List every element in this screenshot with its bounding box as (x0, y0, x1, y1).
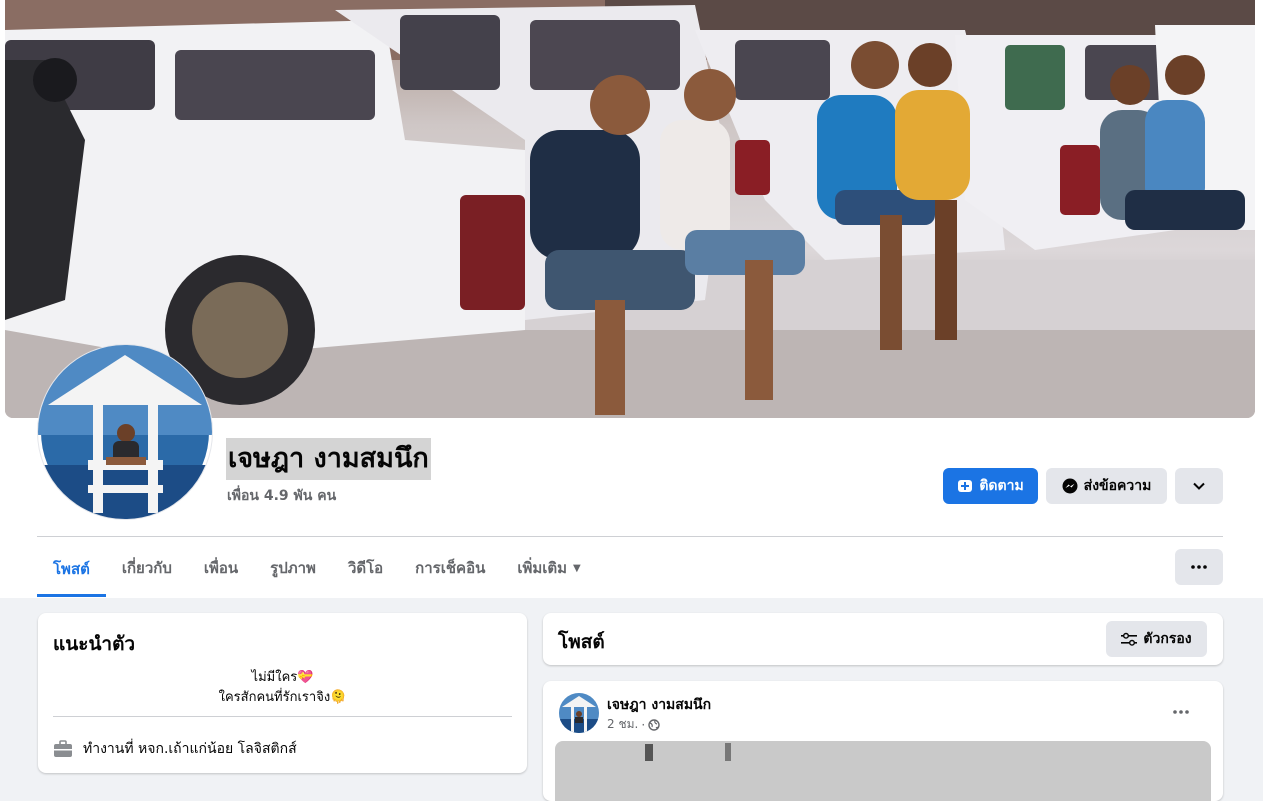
work-info: ทำงานที่ หจก.เถ้าแก่น้อย โลจิสติกส์ (53, 738, 297, 760)
post-image-preview (645, 743, 731, 761)
tab-posts[interactable]: โพสต์ (37, 540, 106, 597)
cover-photo[interactable] (5, 0, 1255, 418)
tab-checkins[interactable]: การเช็คอิน (399, 540, 501, 596)
posts-title: โพสต์ (558, 631, 605, 653)
filter-label: ตัวกรอง (1143, 631, 1192, 647)
tab-label: การเช็คอิน (415, 559, 486, 577)
profile-name-wrap: เจษฎา งามสมนึก (226, 438, 431, 480)
follow-icon (957, 478, 973, 494)
profile-tabs: โพสต์ เกี่ยวกับ เพื่อน รูปภาพ วิดีโอ การ… (37, 540, 597, 598)
filter-icon (1121, 632, 1138, 646)
tab-label: เพื่อน (203, 559, 239, 577)
chevron-down-icon (1192, 479, 1206, 493)
post-author-name[interactable]: เจษฎา งามสมนึก (607, 694, 711, 716)
tab-videos[interactable]: วิดีโอ (332, 540, 399, 596)
profile-name: เจษฎา งามสมนึก (226, 438, 431, 480)
intro-card: แนะนำตัว ไม่มีใคร💝 ใครสักคนที่รักเราจิง🫠… (38, 613, 527, 773)
tab-label: โพสต์ (53, 559, 90, 578)
tab-friends[interactable]: เพื่อน (188, 540, 254, 596)
profile-avatar[interactable] (38, 345, 212, 519)
follow-button[interactable]: ติดตาม (943, 468, 1038, 504)
cover-photo-image (5, 0, 1255, 418)
post-time[interactable]: 2 ชม. (607, 715, 638, 734)
tab-photos[interactable]: รูปภาพ (254, 540, 332, 596)
intro-title: แนะนำตัว (53, 633, 136, 655)
tab-label: วิดีโอ (347, 559, 384, 577)
header-divider (37, 536, 1223, 537)
tab-more[interactable]: เพิ่มเติม ▼ (501, 540, 596, 596)
profile-options-button[interactable] (1175, 468, 1223, 504)
meta-separator: · (641, 717, 646, 732)
work-icon (53, 740, 73, 758)
globe-icon (648, 718, 660, 731)
bio-line-1: ไม่มีใคร💝 (251, 670, 314, 685)
tab-label: เพิ่มเติม (517, 559, 568, 577)
messenger-icon (1062, 478, 1078, 494)
profile-avatar-image (38, 345, 212, 519)
post-options-button[interactable] (1173, 699, 1189, 718)
more-dots-icon (1191, 565, 1207, 569)
message-button[interactable]: ส่งข้อความ (1046, 468, 1167, 504)
post-image[interactable] (555, 741, 1211, 801)
intro-divider (53, 716, 512, 717)
post-meta: 2 ชม. · (607, 715, 660, 734)
bio-line-2: ใครสักคนที่รักเราจิง🫠 (218, 690, 347, 705)
work-text: ทำงานที่ หจก.เถ้าแก่น้อย โลจิสติกส์ (83, 741, 297, 757)
tab-label: เกี่ยวกับ (121, 559, 172, 577)
tabs-more-options-button[interactable] (1175, 549, 1223, 585)
caret-down-icon: ▼ (573, 562, 581, 574)
follow-label: ติดตาม (979, 478, 1024, 494)
friends-count[interactable]: เพื่อน 4.9 พัน คน (227, 485, 336, 507)
post-author-avatar[interactable] (559, 693, 599, 733)
tab-label: รูปภาพ (270, 559, 316, 577)
message-label: ส่งข้อความ (1083, 478, 1152, 494)
post-card: เจษฎา งามสมนึก 2 ชม. · (543, 681, 1223, 801)
more-dots-icon (1173, 710, 1189, 714)
filter-button[interactable]: ตัวกรอง (1106, 621, 1207, 657)
tab-about[interactable]: เกี่ยวกับ (106, 540, 188, 596)
posts-header-card: โพสต์ ตัวกรอง (543, 613, 1223, 665)
